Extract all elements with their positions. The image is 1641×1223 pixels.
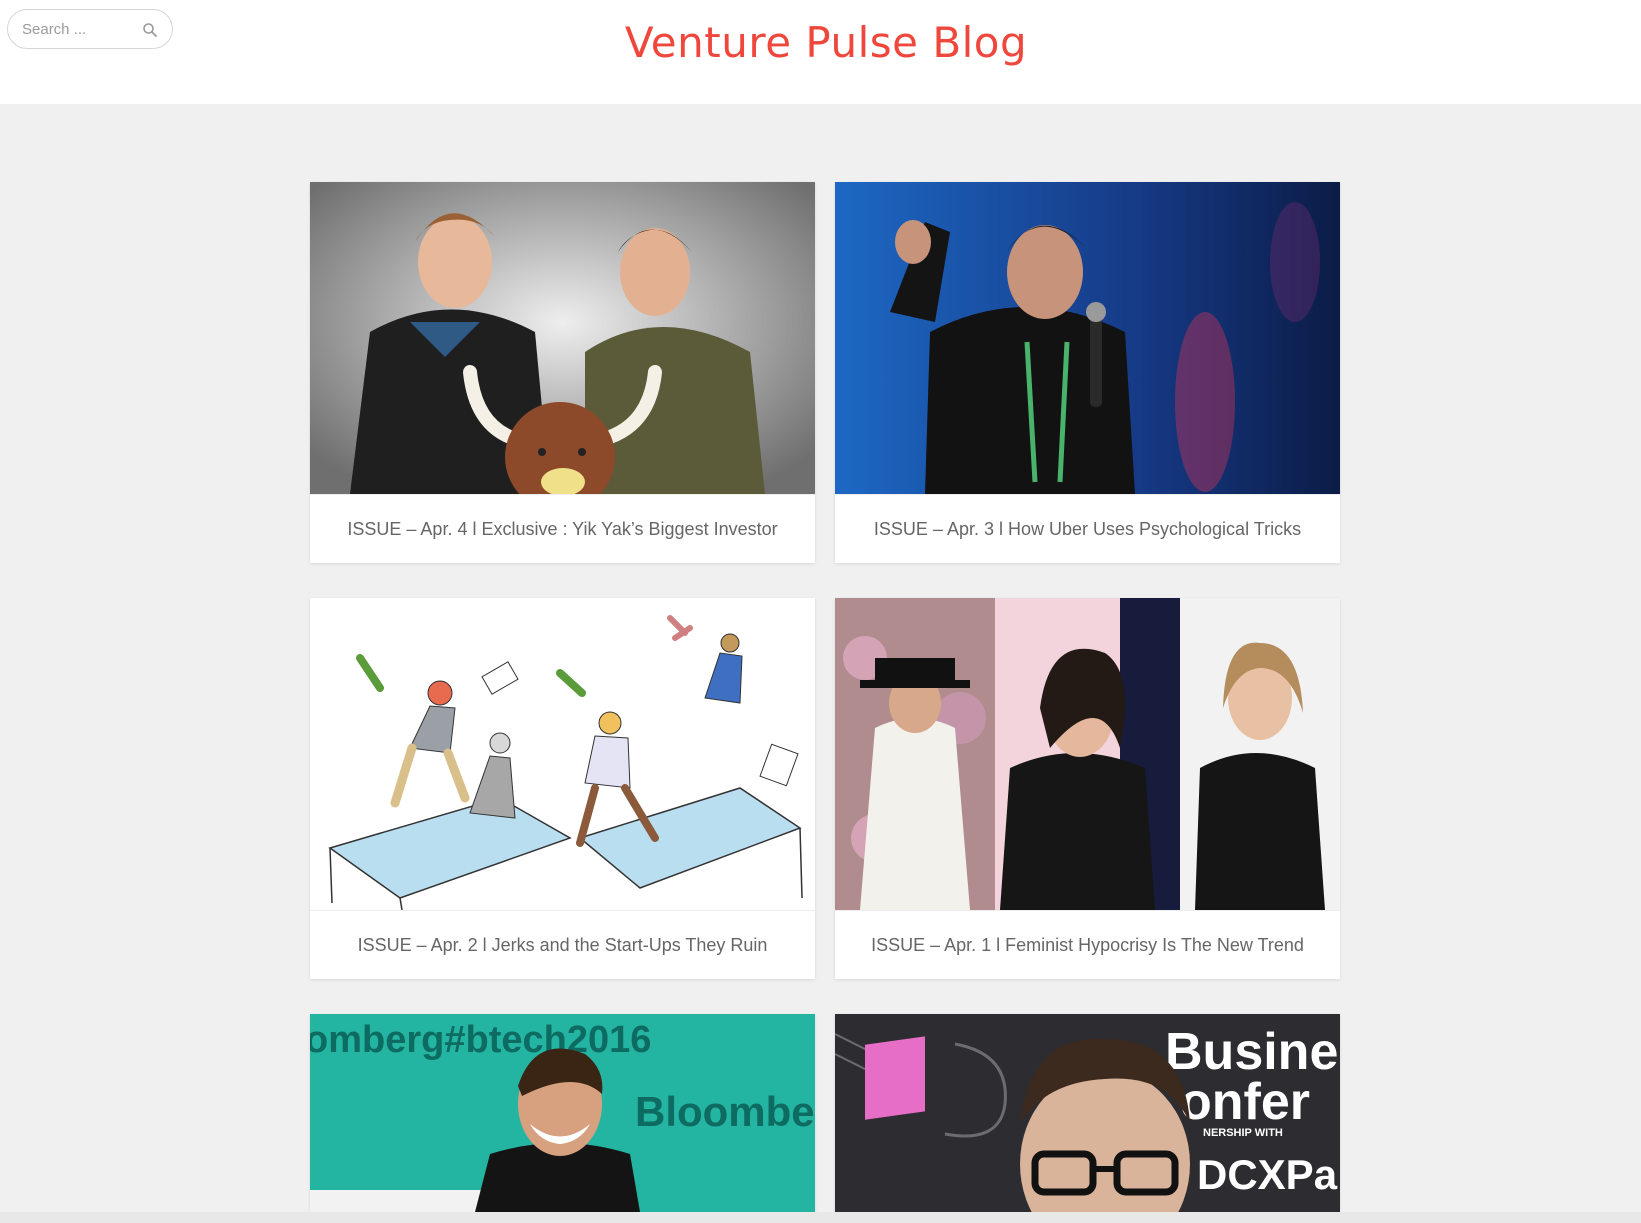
banner-text: onfer [1180, 1073, 1310, 1131]
post-thumbnail[interactable] [310, 182, 815, 494]
post-thumbnail[interactable] [310, 598, 815, 910]
site-header: Venture Pulse Blog [0, 0, 1641, 104]
bottom-shadow [0, 1212, 1641, 1223]
post-card[interactable]: ISSUE – Apr. 4 l Exclusive : Yik Yak’s B… [310, 182, 815, 563]
banner-text: DCXPa [1197, 1151, 1338, 1198]
speaker-stage-photo [835, 182, 1340, 494]
man-glasses-conference-photo: Busine onfer NERSHIP WITH DCXPa [835, 1014, 1340, 1212]
banner-text: Bloombe [635, 1088, 815, 1135]
post-card[interactable]: ISSUE – Apr. 1 l Feminist Hypocrisy Is T… [835, 598, 1340, 979]
post-title[interactable]: ISSUE – Apr. 2 l Jerks and the Start-Ups… [310, 910, 815, 979]
three-women-collage-photo [835, 598, 1340, 910]
office-chaos-illustration [310, 598, 815, 910]
banner-text: omberg#btech2016 [310, 1019, 651, 1061]
post-thumbnail[interactable]: Busine onfer NERSHIP WITH DCXPa [835, 1014, 1340, 1212]
post-card[interactable]: Busine onfer NERSHIP WITH DCXPa [835, 1014, 1340, 1212]
banner-text: NERSHIP WITH [1203, 1127, 1283, 1139]
post-title[interactable]: ISSUE – Apr. 3 l How Uber Uses Psycholog… [835, 494, 1340, 563]
post-title[interactable]: ISSUE – Apr. 1 l Feminist Hypocrisy Is T… [835, 910, 1340, 979]
post-card[interactable]: ISSUE – Apr. 3 l How Uber Uses Psycholog… [835, 182, 1340, 563]
two-founders-photo [310, 182, 815, 494]
smiling-man-teal-stage-photo: omberg#btech2016 Bloombe [310, 1014, 815, 1212]
post-thumbnail[interactable]: omberg#btech2016 Bloombe [310, 1014, 815, 1212]
post-card[interactable]: omberg#btech2016 Bloombe [310, 1014, 815, 1212]
site-title[interactable]: Venture Pulse Blog [0, 18, 1641, 67]
post-thumbnail[interactable] [835, 598, 1340, 910]
post-title[interactable]: ISSUE – Apr. 4 l Exclusive : Yik Yak’s B… [310, 494, 815, 563]
post-thumbnail[interactable] [835, 182, 1340, 494]
post-card[interactable]: ISSUE – Apr. 2 l Jerks and the Start-Ups… [310, 598, 815, 979]
